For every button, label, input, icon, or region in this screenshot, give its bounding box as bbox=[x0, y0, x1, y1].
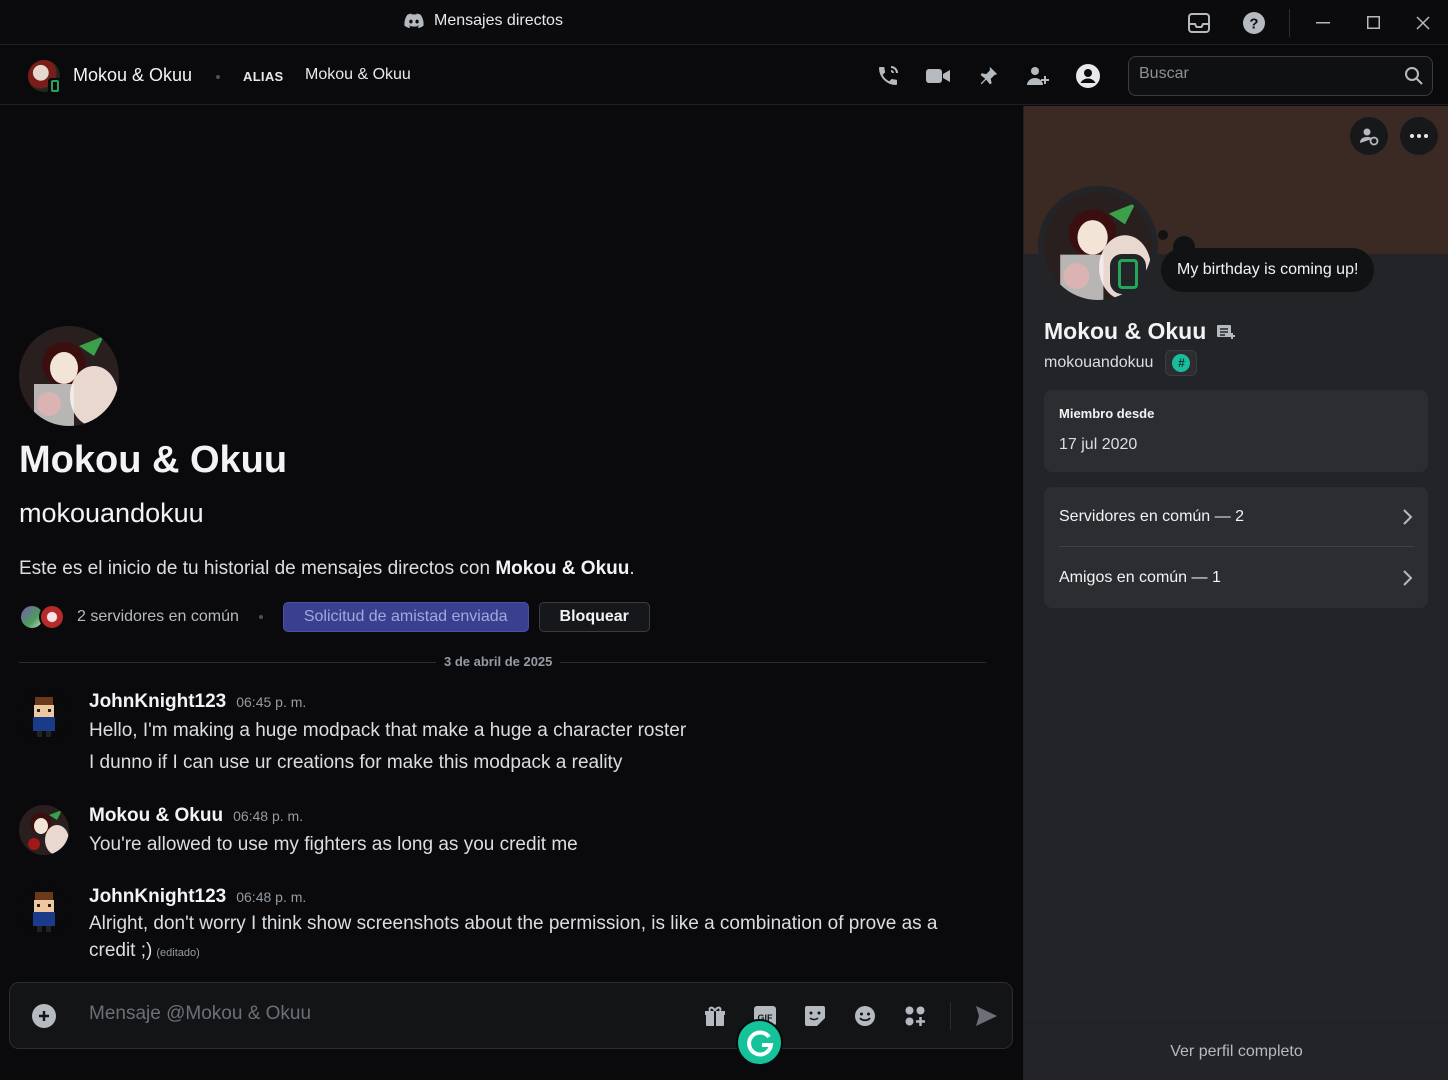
date-divider-label: 3 de abril de 2025 bbox=[436, 654, 561, 669]
welcome-display-name: Mokou & Okuu bbox=[19, 439, 288, 481]
search-box[interactable] bbox=[1128, 56, 1433, 96]
mutual-server-icon[interactable] bbox=[39, 604, 65, 630]
gift-icon[interactable] bbox=[700, 1001, 730, 1031]
hashtag-badge-icon: # bbox=[1172, 354, 1191, 372]
profile-username-row: mokouandokuu # bbox=[1044, 350, 1198, 376]
titlebar-separator bbox=[1289, 8, 1290, 37]
sticker-icon[interactable] bbox=[800, 1001, 830, 1031]
mutual-servers-item[interactable]: Servidores en común — 2 bbox=[1059, 487, 1414, 547]
mobile-online-status-icon bbox=[1110, 254, 1146, 294]
profile-display-name: Mokou & Okuu bbox=[1044, 318, 1207, 344]
edited-tag: (editado) bbox=[156, 947, 200, 959]
alias-label: ALIAS bbox=[243, 69, 284, 84]
welcome-username: mokouandokuu bbox=[19, 498, 204, 528]
message-text: Alright, don't worry I think show screen… bbox=[89, 913, 938, 934]
mutual-friends-label: Amigos en común — 1 bbox=[1059, 569, 1221, 586]
emoji-icon[interactable] bbox=[850, 1001, 880, 1031]
welcome-intro: Este es el inicio de tu historial de men… bbox=[19, 558, 635, 580]
message-input[interactable] bbox=[89, 1003, 649, 1025]
member-since-value: 17 jul 2020 bbox=[1059, 436, 1138, 453]
chevron-right-icon bbox=[1403, 508, 1413, 525]
search-icon bbox=[1405, 67, 1423, 85]
view-full-profile-link[interactable]: Ver perfil completo bbox=[1024, 1022, 1448, 1080]
message-avatar[interactable] bbox=[19, 886, 69, 936]
voice-call-icon[interactable] bbox=[870, 58, 906, 94]
message-author-line: Mokou & Okuu 06:48 p. m. bbox=[89, 805, 303, 827]
upload-plus-icon[interactable] bbox=[32, 1004, 56, 1028]
chevron-right-icon bbox=[1403, 570, 1413, 586]
dm-header: Mokou & Okuu ALIAS Mokou & Okuu bbox=[0, 46, 1448, 105]
send-icon[interactable] bbox=[971, 1001, 1001, 1031]
user-settings-icon[interactable] bbox=[1350, 117, 1388, 155]
grammarly-widget-icon[interactable] bbox=[736, 1019, 783, 1066]
window-title: Mensajes directos bbox=[404, 12, 563, 30]
chat-area: Mokou & Okuu mokouandokuu Este es el ini… bbox=[0, 106, 1022, 1080]
member-since-card: Miembro desde 17 jul 2020 bbox=[1044, 390, 1428, 472]
profile-panel: My birthday is coming up! Mokou & Okuu m… bbox=[1023, 106, 1448, 1080]
header-separator-dot bbox=[216, 75, 220, 79]
profile-badge[interactable]: # bbox=[1165, 350, 1198, 376]
mobile-status-icon bbox=[48, 78, 62, 94]
help-icon[interactable]: ? bbox=[1226, 0, 1281, 45]
video-call-icon[interactable] bbox=[920, 58, 956, 94]
profile-username: mokouandokuu bbox=[1044, 354, 1154, 371]
message-timestamp: 06:48 p. m. bbox=[236, 889, 307, 905]
message-composer: GIF bbox=[9, 982, 1013, 1049]
user-profile-icon[interactable] bbox=[1070, 58, 1106, 94]
mutual-friends-item[interactable]: Amigos en común — 1 bbox=[1059, 548, 1414, 608]
minimize-button[interactable] bbox=[1298, 0, 1348, 45]
header-display-name[interactable]: Mokou & Okuu bbox=[73, 65, 192, 86]
search-input[interactable] bbox=[1139, 65, 1389, 83]
welcome-intro-prefix: Este es el inicio de tu historial de men… bbox=[19, 558, 496, 579]
mutuals-card: Servidores en común — 2 Amigos en común … bbox=[1044, 487, 1428, 608]
mutual-servers-row: 2 servidores en común Solicitud de amist… bbox=[19, 602, 650, 632]
pin-icon[interactable] bbox=[970, 58, 1006, 94]
close-button[interactable] bbox=[1398, 0, 1448, 45]
friend-request-sent-button[interactable]: Solicitud de amistad enviada bbox=[282, 602, 529, 632]
message-text: I dunno if I can use ur creations for ma… bbox=[89, 752, 623, 773]
composer-separator bbox=[950, 1002, 951, 1030]
window-title-text: Mensajes directos bbox=[434, 12, 563, 29]
message-author[interactable]: JohnKnight123 bbox=[89, 691, 226, 712]
add-friends-to-dm-icon[interactable] bbox=[1020, 58, 1056, 94]
more-options-icon[interactable] bbox=[1400, 117, 1438, 155]
custom-status-bubble[interactable]: My birthday is coming up! bbox=[1161, 248, 1375, 292]
alias-value: Mokou & Okuu bbox=[305, 66, 411, 83]
inbox-icon[interactable] bbox=[1171, 0, 1226, 45]
message-text: credit ;) bbox=[89, 940, 153, 961]
welcome-intro-suffix: . bbox=[629, 558, 635, 579]
discord-logo-icon bbox=[404, 13, 424, 29]
profile-name-row: Mokou & Okuu bbox=[1044, 318, 1236, 345]
message-text: You're allowed to use my fighters as lon… bbox=[89, 834, 578, 855]
message-timestamp: 06:45 p. m. bbox=[236, 694, 307, 710]
message-timestamp: 06:48 p. m. bbox=[233, 808, 304, 824]
welcome-intro-name: Mokou & Okuu bbox=[495, 558, 630, 579]
welcome-avatar[interactable] bbox=[19, 326, 119, 426]
message-text: Hello, I'm making a huge modpack that ma… bbox=[89, 720, 687, 741]
status-bubble-dot bbox=[1158, 230, 1168, 240]
message-author-line: JohnKnight123 06:45 p. m. bbox=[89, 691, 306, 713]
maximize-button[interactable] bbox=[1348, 0, 1398, 45]
member-since-label: Miembro desde bbox=[1059, 406, 1155, 421]
mutual-servers-label: Servidores en común — 2 bbox=[1059, 507, 1244, 525]
separator-dot bbox=[258, 615, 263, 619]
title-bar: Mensajes directos ? bbox=[0, 0, 1448, 45]
message-avatar[interactable] bbox=[19, 691, 69, 741]
mutual-servers-link[interactable]: 2 servidores en común bbox=[77, 608, 239, 626]
svg-text:?: ? bbox=[1249, 15, 1258, 32]
message-avatar[interactable] bbox=[19, 805, 69, 855]
block-button[interactable]: Bloquear bbox=[538, 602, 650, 632]
apps-icon[interactable] bbox=[900, 1001, 930, 1031]
message-text-continued: credit ;) (editado) bbox=[89, 937, 969, 967]
message-author[interactable]: JohnKnight123 bbox=[89, 886, 226, 907]
message-author-line: JohnKnight123 06:48 p. m. bbox=[89, 886, 306, 908]
message-author[interactable]: Mokou & Okuu bbox=[89, 805, 223, 826]
note-icon[interactable] bbox=[1216, 323, 1236, 341]
